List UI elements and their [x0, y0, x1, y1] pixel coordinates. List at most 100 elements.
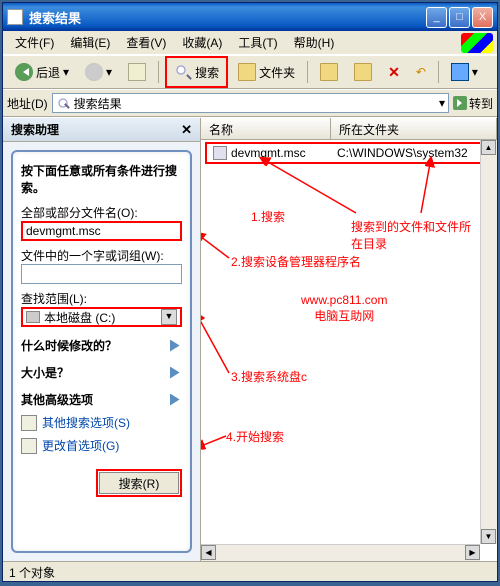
move-to-button[interactable]	[314, 59, 344, 85]
search-prompt: 按下面任意或所有条件进行搜索。	[21, 162, 182, 196]
go-label: 转到	[469, 95, 493, 112]
folders-button[interactable]: 文件夹	[232, 59, 301, 85]
caret-icon	[170, 367, 182, 379]
annotation-2: 2.搜索设备管理器程序名	[231, 253, 361, 270]
scroll-up-button[interactable]: ▲	[481, 140, 496, 155]
search-submit-button[interactable]: 搜索(R)	[99, 472, 179, 494]
window-icon	[7, 9, 23, 25]
menu-view[interactable]: 查看(V)	[118, 32, 174, 53]
result-row[interactable]: devmgmt.msc C:\WINDOWS\system32	[205, 142, 493, 164]
filename-label: 全部或部分文件名(O):	[21, 204, 182, 221]
annotation-highlight: 搜索(R)	[96, 469, 182, 497]
chevron-down-icon: ▾	[106, 65, 112, 79]
result-folder: C:\WINDOWS\system32	[337, 146, 468, 160]
chevron-down-icon[interactable]: ▼	[161, 309, 177, 325]
when-label: 什么时候修改的？	[21, 337, 117, 354]
panel-close-button[interactable]: ✕	[181, 122, 192, 138]
result-name: devmgmt.msc	[231, 146, 306, 160]
when-modified-expander[interactable]: 什么时候修改的？	[21, 337, 182, 354]
scroll-left-button[interactable]: ◀	[201, 545, 216, 560]
folders-label: 文件夹	[259, 64, 295, 81]
up-folder-icon	[128, 63, 146, 81]
search-button[interactable]: 搜索	[168, 59, 225, 85]
file-icon	[213, 146, 227, 160]
folder-icon	[238, 63, 256, 81]
column-folder[interactable]: 所在文件夹	[331, 118, 497, 139]
toolbar: 后退 ▾ ▾ 搜索 文件夹 ✕ ↶ ▾	[3, 55, 497, 89]
window-title: 搜索结果	[29, 8, 424, 27]
filename-input[interactable]	[21, 221, 182, 241]
menu-help[interactable]: 帮助(H)	[286, 32, 343, 53]
forward-button[interactable]: ▾	[79, 59, 118, 85]
status-text: 1 个对象	[9, 566, 55, 580]
windows-logo-icon	[461, 33, 493, 53]
menu-edit[interactable]: 编辑(E)	[62, 32, 118, 53]
lookin-value: 本地磁盘 (C:)	[44, 309, 115, 326]
statusbar: 1 个对象	[3, 561, 497, 581]
back-label: 后退	[36, 64, 60, 81]
annotation-4: 4.开始搜索	[226, 428, 284, 445]
drive-icon	[26, 311, 40, 323]
address-value: 搜索结果	[74, 95, 122, 112]
back-icon	[15, 63, 33, 81]
chevron-down-icon: ▾	[63, 65, 69, 79]
scroll-down-button[interactable]: ▼	[481, 529, 496, 544]
caret-icon	[170, 340, 182, 352]
results-pane: 名称 所在文件夹 devmgmt.msc C:\WINDOWS\system32…	[201, 118, 497, 561]
address-label: 地址(D)	[7, 95, 48, 112]
close-button[interactable]: X	[472, 7, 493, 28]
separator	[438, 61, 439, 83]
copy-to-button[interactable]	[348, 59, 378, 85]
delete-button[interactable]: ✕	[382, 60, 406, 85]
explorer-window: 搜索结果 _ □ X 文件(F) 编辑(E) 查看(V) 收藏(A) 工具(T)…	[2, 2, 498, 582]
menu-tools[interactable]: 工具(T)	[230, 32, 285, 53]
menu-favorites[interactable]: 收藏(A)	[174, 32, 230, 53]
prefs-icon	[21, 438, 37, 454]
caret-icon	[170, 394, 182, 406]
menu-file[interactable]: 文件(F)	[7, 32, 62, 53]
size-label: 大小是？	[21, 364, 69, 381]
size-expander[interactable]: 大小是？	[21, 364, 182, 381]
back-button[interactable]: 后退 ▾	[9, 59, 75, 85]
column-name[interactable]: 名称	[201, 118, 331, 139]
panel-title: 搜索助理	[11, 121, 59, 138]
undo-button[interactable]: ↶	[410, 61, 432, 83]
annotation-3: 3.搜索系统盘c	[231, 368, 307, 385]
horizontal-scrollbar[interactable]: ◀ ▶	[201, 544, 480, 561]
lookin-dropdown[interactable]: 本地磁盘 (C:) ▼	[21, 307, 182, 327]
titlebar[interactable]: 搜索结果 _ □ X	[3, 3, 497, 31]
annotation-highlight: 搜索	[165, 56, 228, 88]
go-button[interactable]: 转到	[453, 95, 493, 112]
panel-body: 按下面任意或所有条件进行搜索。 全部或部分文件名(O): 文件中的一个字或词组(…	[3, 142, 200, 561]
search-panel: 搜索助理 ✕ 按下面任意或所有条件进行搜索。 全部或部分文件名(O): 文件中的…	[3, 118, 201, 561]
word-input[interactable]	[21, 264, 182, 284]
up-button[interactable]	[122, 59, 152, 85]
views-icon	[451, 63, 469, 81]
column-headers: 名称 所在文件夹	[201, 118, 497, 140]
forward-icon	[85, 63, 103, 81]
more-options-expander[interactable]: 其他高级选项	[21, 391, 182, 408]
prefs-link[interactable]: 更改首选项(G)	[21, 437, 182, 454]
delete-icon: ✕	[388, 64, 400, 81]
panel-header: 搜索助理 ✕	[3, 118, 200, 142]
maximize-button[interactable]: □	[449, 7, 470, 28]
minimize-button[interactable]: _	[426, 7, 447, 28]
undo-icon: ↶	[416, 65, 426, 79]
prefs-label: 更改首选项(G)	[42, 437, 119, 454]
scroll-right-button[interactable]: ▶	[465, 545, 480, 560]
other-search-link[interactable]: 其他搜索选项(S)	[21, 414, 182, 431]
lookin-label: 查找范围(L):	[21, 290, 182, 307]
other-search-label: 其他搜索选项(S)	[42, 414, 130, 431]
search-icon	[174, 63, 192, 81]
views-button[interactable]: ▾	[445, 59, 484, 85]
annotation-files: 搜索到的文件和文件所在目录	[351, 218, 481, 252]
search-form: 按下面任意或所有条件进行搜索。 全部或部分文件名(O): 文件中的一个字或词组(…	[11, 150, 192, 553]
annotation-url: www.pc811.com电脑互助网	[301, 293, 387, 324]
search-icon	[56, 96, 70, 110]
address-input[interactable]: 搜索结果 ▾	[52, 93, 449, 113]
vertical-scrollbar[interactable]: ▲ ▼	[480, 140, 497, 544]
chevron-down-icon[interactable]: ▾	[439, 96, 445, 110]
menubar: 文件(F) 编辑(E) 查看(V) 收藏(A) 工具(T) 帮助(H)	[3, 31, 497, 55]
annotation-1: 1.搜索	[251, 208, 285, 225]
separator	[158, 61, 159, 83]
